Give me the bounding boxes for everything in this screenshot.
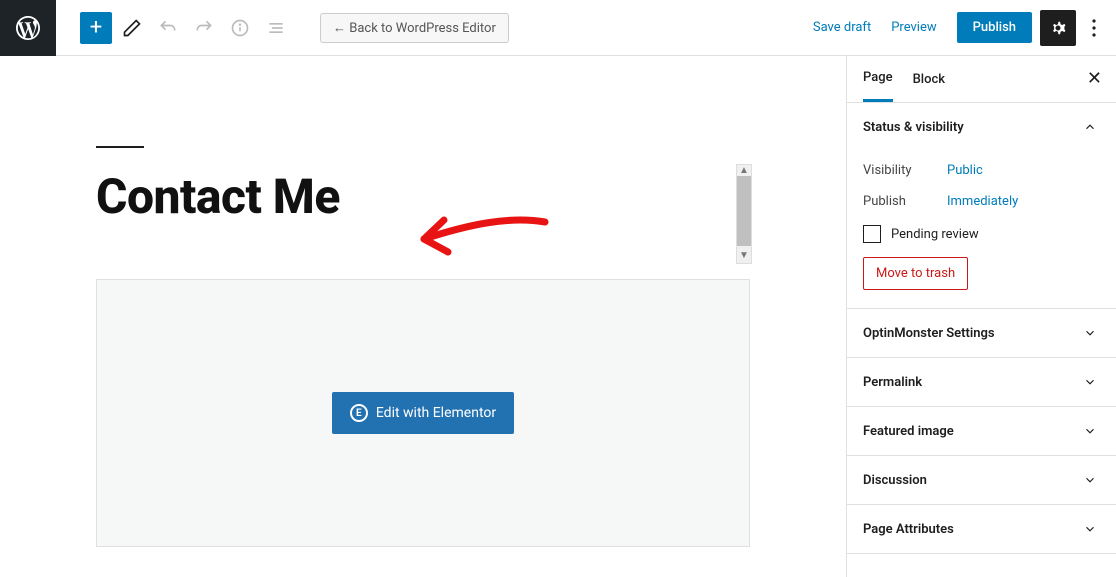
settings-sidebar: Page Block ✕ Status & visibility Visibil… (846, 56, 1116, 577)
elementor-placeholder: E Edit with Elementor (96, 279, 750, 547)
visibility-label: Visibility (863, 163, 947, 178)
chevron-up-icon (1080, 117, 1100, 137)
edit-with-elementor-button[interactable]: E Edit with Elementor (332, 392, 514, 434)
panel-permalink-toggle[interactable]: Permalink (847, 358, 1116, 406)
editor-canvas: Contact Me ▲ ▼ E Edit with Elementor (0, 56, 846, 577)
redo-icon (194, 18, 214, 38)
panel-discussion-title: Discussion (863, 473, 927, 488)
publish-label: Publish (863, 194, 947, 209)
preview-link[interactable]: Preview (891, 20, 936, 35)
outline-button[interactable] (260, 12, 292, 44)
chevron-down-icon (1080, 421, 1100, 441)
pencil-icon (122, 18, 142, 38)
visibility-value-link[interactable]: Public (947, 163, 983, 178)
move-to-trash-button[interactable]: Move to trash (863, 257, 968, 290)
elementor-button-label: Edit with Elementor (376, 405, 496, 421)
scroll-thumb[interactable] (737, 176, 751, 246)
list-icon (266, 18, 286, 38)
chevron-down-icon (1080, 323, 1100, 343)
wordpress-logo[interactable] (0, 0, 56, 56)
panel-optinmonster-toggle[interactable]: OptinMonster Settings (847, 309, 1116, 357)
settings-button[interactable] (1040, 10, 1076, 46)
panel-featured-image-toggle[interactable]: Featured image (847, 407, 1116, 455)
publish-value-link[interactable]: Immediately (947, 194, 1018, 209)
panel-permalink-title: Permalink (863, 375, 922, 390)
pending-review-checkbox[interactable] (863, 225, 881, 243)
chevron-down-icon (1080, 372, 1100, 392)
gear-icon (1048, 18, 1068, 38)
page-title[interactable]: Contact Me (96, 168, 846, 225)
panel-page-attributes-toggle[interactable]: Page Attributes (847, 505, 1116, 553)
title-divider (96, 146, 144, 148)
chevron-down-icon (1080, 470, 1100, 490)
panel-page-attributes-title: Page Attributes (863, 522, 954, 537)
panel-status-title: Status & visibility (863, 120, 964, 135)
top-toolbar: + ← Back to WordPress Editor Save draft … (0, 0, 1116, 56)
undo-button[interactable] (152, 12, 184, 44)
close-sidebar-button[interactable]: ✕ (1087, 68, 1102, 89)
plus-icon: + (90, 15, 102, 40)
panel-status-visibility-toggle[interactable]: Status & visibility (847, 103, 1116, 151)
wordpress-icon (16, 16, 40, 40)
undo-icon (158, 18, 178, 38)
scroll-up-icon: ▲ (737, 165, 751, 176)
tab-page[interactable]: Page (863, 56, 893, 102)
panel-featured-image-title: Featured image (863, 424, 954, 439)
panel-discussion-toggle[interactable]: Discussion (847, 456, 1116, 504)
back-to-wp-editor-button[interactable]: ← Back to WordPress Editor (320, 13, 509, 43)
edit-tool-button[interactable] (116, 12, 148, 44)
redo-button[interactable] (188, 12, 220, 44)
tab-block[interactable]: Block (913, 58, 945, 101)
pending-review-label: Pending review (891, 227, 979, 242)
info-button[interactable] (224, 12, 256, 44)
more-menu-button[interactable] (1080, 10, 1108, 46)
publish-button[interactable]: Publish (957, 12, 1032, 43)
dots-vertical-icon (1092, 19, 1096, 37)
close-icon: ✕ (1087, 68, 1102, 89)
save-draft-link[interactable]: Save draft (813, 20, 871, 35)
info-icon (230, 18, 250, 38)
chevron-down-icon (1080, 519, 1100, 539)
add-block-button[interactable]: + (80, 12, 112, 44)
scroll-down-icon: ▼ (737, 250, 751, 261)
elementor-icon: E (350, 404, 368, 422)
panel-optinmonster-title: OptinMonster Settings (863, 326, 995, 341)
inner-scrollbar[interactable]: ▲ ▼ (736, 164, 752, 264)
